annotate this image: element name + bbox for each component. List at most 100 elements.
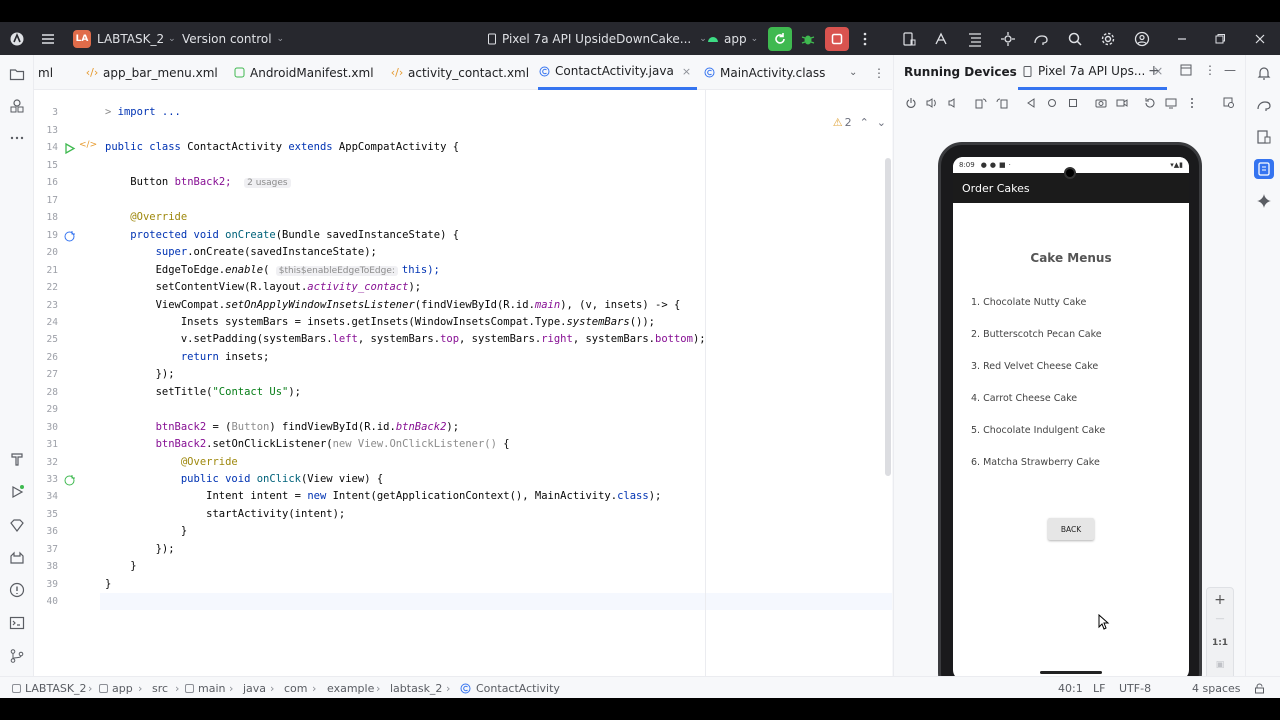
- breadcrumb-item[interactable]: app: [99, 677, 133, 698]
- main-menu-icon[interactable]: [40, 22, 56, 55]
- search-button[interactable]: [1063, 27, 1087, 51]
- home-nav-icon[interactable]: [1045, 96, 1059, 110]
- project-selector[interactable]: LA LABTASK_2 ⌄: [73, 22, 176, 55]
- power-icon[interactable]: [904, 96, 918, 110]
- debug-button[interactable]: [796, 27, 820, 51]
- breadcrumb-item[interactable]: ContactActivity: [460, 677, 560, 698]
- indent-setting[interactable]: 4 spaces: [1192, 677, 1241, 698]
- device-manager-button[interactable]: [897, 27, 921, 51]
- related-xml-icon[interactable]: </>: [79, 140, 97, 153]
- breadcrumb-item[interactable]: src: [152, 677, 168, 698]
- chevron-down-icon[interactable]: ⌄: [877, 116, 886, 129]
- sdk-manager-button[interactable]: [996, 27, 1020, 51]
- implement-gutter-icon[interactable]: [63, 472, 76, 486]
- account-button[interactable]: [1130, 27, 1154, 51]
- breadcrumb-item[interactable]: LABTASK_2: [12, 677, 87, 698]
- resource-manager-button[interactable]: [8, 97, 26, 115]
- structure-button[interactable]: [963, 27, 987, 51]
- zoom-actual-size[interactable]: 1:1: [1207, 638, 1233, 648]
- volume-up-icon[interactable]: [925, 96, 939, 110]
- close-tab-icon[interactable]: ×: [682, 65, 691, 78]
- settings-button[interactable]: [1096, 27, 1120, 51]
- build-variants-button[interactable]: [8, 450, 26, 468]
- gesture-nav-bar[interactable]: [1040, 671, 1102, 674]
- notifications-button[interactable]: [1254, 63, 1274, 83]
- device-file-explorer-button[interactable]: [1254, 127, 1274, 147]
- tab-contact-activity[interactable]: ContactActivity.java ×: [538, 55, 698, 90]
- apply-changes-button[interactable]: [768, 27, 792, 51]
- zoom-out-icon[interactable]: —: [1207, 614, 1233, 624]
- inspection-widget[interactable]: ⚠ 2 ⌃ ⌄: [833, 116, 886, 129]
- lock-icon[interactable]: [1254, 677, 1265, 698]
- breadcrumb-item[interactable]: example: [327, 677, 374, 698]
- breadcrumb-item[interactable]: java: [243, 677, 266, 698]
- manifest-icon: [233, 67, 245, 79]
- tab-app-bar-menu[interactable]: ‹/› app_bar_menu.xml: [86, 55, 218, 90]
- running-devices-button[interactable]: [1254, 159, 1274, 179]
- translate-button[interactable]: [930, 27, 954, 51]
- hide-panel-icon[interactable]: —: [1224, 63, 1236, 77]
- camera-screenshot-icon[interactable]: [1094, 96, 1108, 110]
- fit-screen-icon[interactable]: ▣: [1207, 660, 1233, 670]
- code-editor[interactable]: ⚠ 2 ⌃ ⌄ 3 13 14 15 16 17 18 19 20 21 22 …: [34, 90, 892, 676]
- device-selector[interactable]: Pixel 7a API UpsideDownCake... ⌄: [486, 22, 707, 55]
- device-screen[interactable]: 8:09 ●●■· ▾▲▮ Order Cakes Cake Menus 1. …: [953, 157, 1189, 680]
- rotate-left-icon[interactable]: [974, 96, 988, 110]
- minimize-button[interactable]: [1170, 27, 1194, 51]
- tab-android-manifest[interactable]: AndroidManifest.xml: [233, 55, 374, 90]
- run-tool-button[interactable]: [8, 483, 26, 501]
- override-gutter-icon[interactable]: [63, 228, 76, 242]
- caret-position[interactable]: 40:1: [1058, 677, 1083, 698]
- more-vertical-icon[interactable]: [1185, 96, 1199, 110]
- mirror-icon[interactable]: [1164, 96, 1178, 110]
- gradle-button[interactable]: [1254, 95, 1274, 115]
- logcat-button[interactable]: [8, 549, 26, 567]
- tab-options-button[interactable]: ⋮: [873, 55, 885, 90]
- rotate-right-icon[interactable]: [995, 96, 1009, 110]
- editor-scrollbar[interactable]: [885, 158, 891, 476]
- screen-record-icon[interactable]: [1115, 96, 1129, 110]
- gemini-button[interactable]: [1254, 191, 1274, 211]
- usages-hint[interactable]: 2 usages: [244, 178, 291, 188]
- terminal-button[interactable]: [8, 614, 26, 632]
- run-config-selector[interactable]: app ⌄: [706, 22, 758, 55]
- app-quality-button[interactable]: [8, 516, 26, 534]
- line-number: 15: [46, 160, 58, 171]
- back-nav-icon[interactable]: [1024, 96, 1038, 110]
- project-tool-button[interactable]: [8, 65, 26, 83]
- problems-button[interactable]: [8, 581, 26, 599]
- zoom-in-icon[interactable]: +: [1207, 592, 1233, 608]
- device-manager-icon: [903, 32, 916, 46]
- tab-xml-partial[interactable]: ml: [38, 55, 53, 90]
- tab-main-activity-class[interactable]: MainActivity.class: [703, 55, 825, 90]
- breadcrumb-item[interactable]: main: [185, 677, 225, 698]
- close-window-button[interactable]: [1248, 27, 1272, 51]
- layout-inspector-icon[interactable]: [1222, 96, 1236, 110]
- android-icon: [708, 36, 718, 42]
- breadcrumb-item[interactable]: labtask_2: [390, 677, 442, 698]
- android-studio-logo-icon[interactable]: [10, 22, 24, 55]
- tab-list-dropdown[interactable]: ⌄: [849, 55, 857, 90]
- volume-down-icon[interactable]: [946, 96, 960, 110]
- tab-device[interactable]: Pixel 7a API Ups... ×: [1018, 55, 1168, 90]
- file-device-icon: [1257, 130, 1271, 144]
- more-vertical-icon[interactable]: ⋮: [1204, 63, 1216, 77]
- vcs-selector[interactable]: Version control ⌄: [182, 22, 284, 55]
- gradle-sync-button[interactable]: [1029, 27, 1053, 51]
- back-button[interactable]: BACK: [1048, 518, 1094, 540]
- more-actions-button[interactable]: [853, 27, 877, 51]
- more-tools-button[interactable]: [8, 129, 26, 147]
- run-gutter-icon[interactable]: [63, 140, 76, 155]
- tab-activity-contact-xml[interactable]: ‹/› activity_contact.xml: [391, 55, 529, 90]
- line-separator[interactable]: LF: [1093, 677, 1105, 698]
- add-device-icon[interactable]: +: [1148, 63, 1160, 79]
- overview-nav-icon[interactable]: [1066, 96, 1080, 110]
- git-button[interactable]: [8, 647, 26, 665]
- restore-button[interactable]: [1208, 27, 1232, 51]
- reset-icon[interactable]: [1143, 96, 1157, 110]
- breadcrumb-item[interactable]: com: [284, 677, 308, 698]
- stop-button[interactable]: [825, 27, 849, 51]
- chevron-up-icon[interactable]: ⌃: [860, 116, 869, 129]
- file-encoding[interactable]: UTF-8: [1119, 677, 1151, 698]
- window-layout-icon[interactable]: [1180, 64, 1192, 79]
